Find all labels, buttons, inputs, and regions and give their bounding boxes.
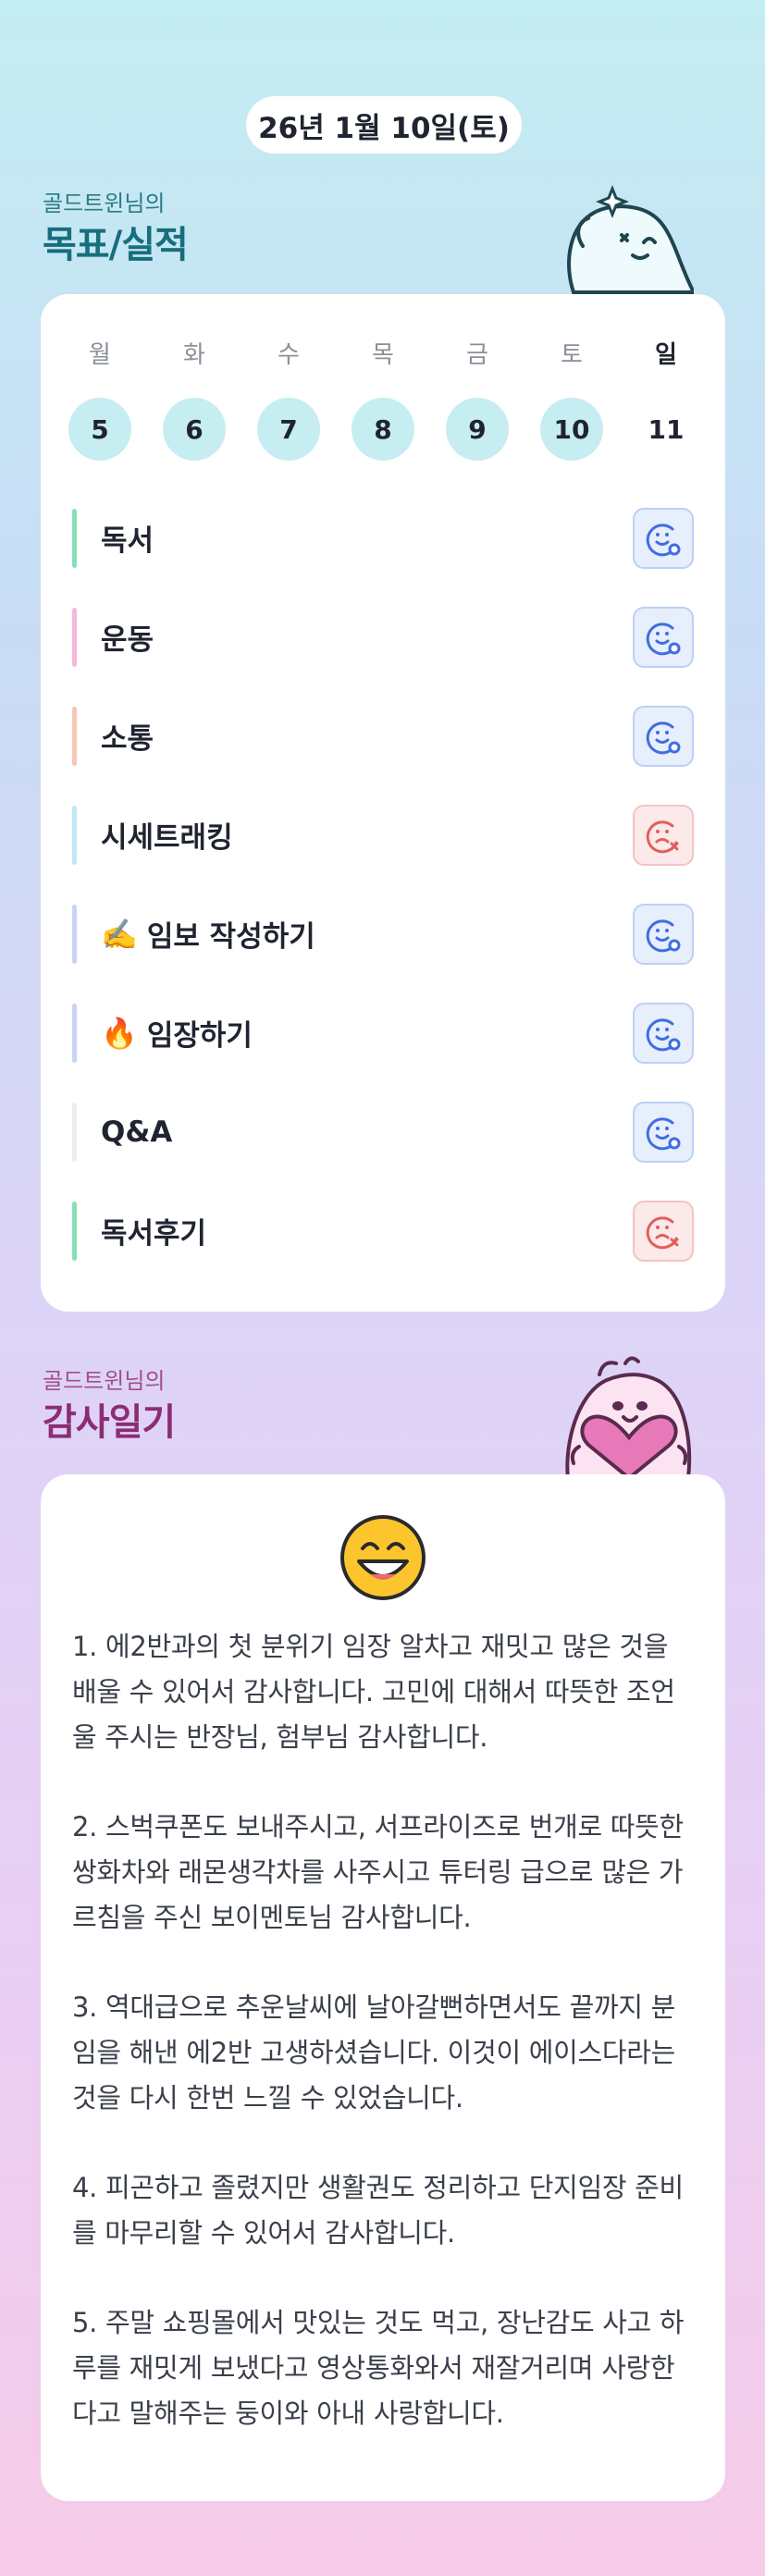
day-name: 금 [466, 341, 488, 369]
goal-emoji-icon: ✍️ [101, 916, 138, 952]
smile-check-icon[interactable] [633, 606, 694, 668]
day-number[interactable]: 8 [352, 398, 414, 461]
goal-label: 독서후기 [101, 1210, 206, 1251]
goal-label: 🔥 임장하기 [101, 1012, 253, 1054]
day-number[interactable]: 6 [163, 398, 226, 461]
goals-title: 목표/실적 [43, 224, 189, 266]
diary-paragraph: 4. 피곤하고 졸렸지만 생활권도 정리하고 단지임장 준비를 마무리할 수 있… [72, 2172, 684, 2249]
smile-check-icon[interactable] [633, 903, 694, 965]
goal-row[interactable]: 시세트래킹 [72, 785, 694, 884]
day-column[interactable]: 일 11 [633, 339, 699, 461]
goal-row[interactable]: 소통 [72, 686, 694, 785]
smile-check-icon[interactable] [633, 1101, 694, 1163]
goal-color-bar [72, 1102, 77, 1162]
day-column[interactable]: 목8 [350, 339, 416, 461]
goal-left: 독서 [72, 508, 154, 568]
sad-x-icon[interactable] [633, 1200, 694, 1262]
diary-paragraph: 5. 주말 쇼핑몰에서 맛있는 것도 먹고, 장난감도 사고 하루를 재밋게 보… [72, 2307, 685, 2429]
diary-paragraph: 3. 역대급으로 추운날씨에 날아갈뻔하면서도 끝까지 분임을 해낸 에2반 고… [72, 1991, 676, 2114]
goal-color-bar [72, 607, 77, 667]
goal-row[interactable]: 독서 [72, 488, 694, 587]
diary-paragraph: 2. 스벅쿠폰도 보내주시고, 서프라이즈로 번개로 따뜻한 쌍화차와 래몬생각… [72, 1811, 684, 1933]
day-name: 월 [89, 341, 111, 369]
day-name: 수 [278, 341, 300, 369]
day-column[interactable]: 금9 [444, 339, 511, 461]
diary-paragraph: 1. 에2반과의 첫 분위기 임장 알차고 재밋고 많은 것을 배울 수 있어서… [72, 1631, 675, 1753]
day-column[interactable]: 수7 [255, 339, 322, 461]
goal-color-bar [72, 1003, 77, 1063]
goal-label: 운동 [101, 616, 154, 658]
day-number[interactable]: 9 [446, 398, 509, 461]
day-name: 화 [183, 341, 205, 369]
goal-label-text: 시세트래킹 [101, 821, 233, 855]
goal-row[interactable]: 🔥 임장하기 [72, 983, 694, 1082]
goal-label-text: 독서후기 [101, 1217, 207, 1251]
goals-card: 월 5 화 6 수 7 목 8 금 9 토 10 일 11 독서 운동 소통 시세트래킹 ✍️ 임보 작성하기 🔥 임장… [41, 294, 725, 1312]
goal-left: 독서후기 [72, 1201, 206, 1261]
gratitude-subtitle: 골드트윈님의 [43, 1368, 166, 1394]
day-column[interactable]: 월5 [67, 339, 133, 461]
goal-color-bar [72, 904, 77, 964]
day-name: 목 [372, 341, 394, 369]
day-number[interactable]: 11 [635, 398, 697, 461]
goal-label-text: Q&A [101, 1115, 173, 1149]
week-strip: 월 5 화 6 수 7 목 8 금 9 토 10 일 11 [57, 339, 709, 461]
day-column[interactable]: 토 10 [538, 339, 605, 461]
goal-color-bar [72, 1201, 77, 1261]
goal-list: 독서운동소통시세트래킹 ✍️ 임보 작성하기 🔥 임장하기 Q&A 독서후기 [72, 488, 694, 1280]
heart-mascot-icon [565, 1356, 692, 1478]
goal-emoji-icon: 🔥 [101, 1015, 138, 1051]
goal-label: Q&A [101, 1115, 172, 1149]
goal-color-bar [72, 805, 77, 865]
goal-row[interactable]: 독서후기 [72, 1181, 694, 1280]
goal-left: 🔥 임장하기 [72, 1003, 253, 1063]
diary-text: 1. 에2반과의 첫 분위기 임장 알차고 재밋고 많은 것을 배울 수 있어서… [72, 1624, 694, 2481]
goal-label-text: 독서 [101, 524, 154, 558]
goal-label-text: 소통 [101, 722, 154, 756]
day-number[interactable]: 7 [257, 398, 320, 461]
goal-label-text: 임장하기 [146, 1019, 253, 1053]
goal-label: 독서 [101, 517, 154, 559]
goal-row[interactable]: Q&A [72, 1082, 694, 1181]
smile-check-icon[interactable] [633, 1002, 694, 1064]
goal-left: 소통 [72, 706, 154, 766]
smile-check-icon[interactable] [633, 507, 694, 569]
gratitude-title: 감사일기 [43, 1401, 176, 1444]
goal-label: 소통 [101, 715, 154, 757]
goals-subtitle: 골드트윈님의 [43, 191, 166, 216]
day-name: 토 [561, 341, 583, 369]
gratitude-card: 1. 에2반과의 첫 분위기 임장 알차고 재밋고 많은 것을 배울 수 있어서… [41, 1474, 725, 2501]
day-number[interactable]: 10 [540, 398, 603, 461]
day-name: 일 [655, 341, 677, 369]
goal-label: ✍️ 임보 작성하기 [101, 913, 315, 955]
goal-row[interactable]: 운동 [72, 587, 694, 686]
goal-color-bar [72, 706, 77, 766]
goal-color-bar [72, 508, 77, 568]
grinning-face-icon [340, 1515, 426, 1600]
sad-x-icon[interactable] [633, 804, 694, 866]
goal-left: Q&A [72, 1102, 172, 1162]
goal-label-text: 운동 [101, 623, 154, 657]
goal-left: 운동 [72, 607, 154, 667]
smile-check-icon[interactable] [633, 705, 694, 767]
goal-label-text: 임보 작성하기 [146, 920, 315, 954]
goal-row[interactable]: ✍️ 임보 작성하기 [72, 884, 694, 983]
goal-label: 시세트래킹 [101, 814, 233, 856]
date-pill: 26년 1월 10일(토) [246, 96, 522, 154]
day-number[interactable]: 5 [68, 398, 131, 461]
ghost-mascot-icon [567, 184, 694, 294]
goal-left: 시세트래킹 [72, 805, 233, 865]
day-column[interactable]: 화6 [161, 339, 228, 461]
goal-left: ✍️ 임보 작성하기 [72, 904, 315, 964]
